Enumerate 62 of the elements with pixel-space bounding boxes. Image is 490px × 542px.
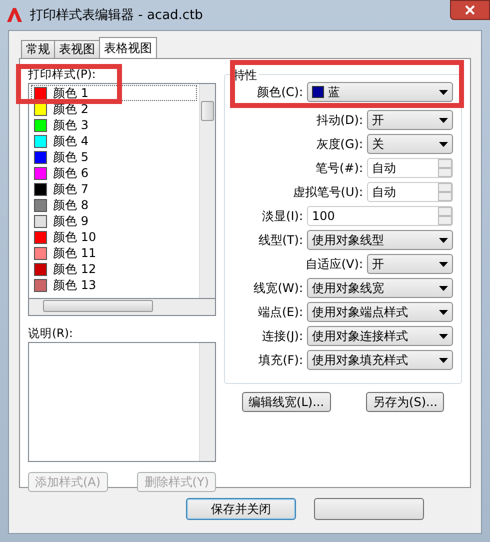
property-dropdown[interactable]: 使用对象端点样式 <box>307 302 453 322</box>
style-item[interactable]: 颜色 10 <box>31 229 197 245</box>
dialog-button[interactable]: 保存并关闭 <box>186 498 296 520</box>
tab[interactable]: 表视图 <box>54 40 100 58</box>
close-icon <box>464 5 476 15</box>
style-item[interactable]: 颜色 6 <box>31 165 197 181</box>
caret-icon <box>439 238 448 242</box>
style-item[interactable]: 颜色 5 <box>31 149 197 165</box>
property-dropdown[interactable]: 使用对象填充样式 <box>307 350 453 370</box>
vertical-scrollbar[interactable] <box>199 84 215 298</box>
property-label: 笔号(#): <box>316 160 363 176</box>
caret-icon <box>439 118 448 122</box>
tab[interactable]: 表格视图 <box>99 37 157 58</box>
property-button[interactable]: 编辑线宽(L)... <box>242 392 332 412</box>
property-dropdown[interactable]: 使用对象线宽 <box>307 278 453 298</box>
property-label: 线宽(W): <box>254 280 303 296</box>
property-dropdown[interactable]: 开 <box>367 254 453 274</box>
caret-icon <box>439 358 448 362</box>
caret-icon <box>439 142 448 146</box>
window-title: 打印样式表编辑器 - acad.ctb <box>30 7 204 24</box>
style-item[interactable]: 颜色 8 <box>31 197 197 213</box>
styles-label: 打印样式(P): <box>28 67 97 81</box>
property-button[interactable]: 另存为(S)... <box>366 392 444 412</box>
property-label: 抖动(D): <box>316 112 363 128</box>
property-dropdown[interactable]: 蓝 <box>307 82 453 102</box>
tab[interactable]: 常规 <box>21 40 55 58</box>
property-dropdown[interactable]: 关 <box>367 134 453 154</box>
horizontal-scrollbar[interactable] <box>28 299 216 316</box>
property-label: 颜色(C): <box>257 84 303 100</box>
caret-icon <box>439 90 448 94</box>
property-label: 端点(E): <box>258 304 303 320</box>
property-label: 连接(J): <box>262 328 303 344</box>
style-item[interactable]: 颜色 11 <box>31 245 197 261</box>
property-label: 填充(F): <box>258 352 303 368</box>
style-item[interactable]: 颜色 13 <box>31 277 197 293</box>
caret-icon <box>439 334 448 338</box>
style-item[interactable]: 颜色 4 <box>31 133 197 149</box>
property-label: 虚拟笔号(U): <box>292 184 363 200</box>
property-dropdown[interactable]: 使用对象连接样式 <box>307 326 453 346</box>
style-item[interactable]: 颜色 7 <box>31 181 197 197</box>
style-item[interactable]: 颜色 12 <box>31 261 197 277</box>
close-button[interactable] <box>450 0 490 20</box>
property-spinner[interactable]: 自动 <box>367 182 453 202</box>
dialog-button[interactable] <box>314 498 424 520</box>
property-spinner[interactable]: 自动 <box>367 158 453 178</box>
property-label: 线型(T): <box>258 232 303 248</box>
description-field[interactable] <box>28 342 216 462</box>
style-item[interactable]: 颜色 1 <box>31 85 197 101</box>
style-item[interactable]: 颜色 9 <box>31 213 197 229</box>
property-label: 淡显(I): <box>262 208 303 224</box>
style-item[interactable]: 颜色 2 <box>31 101 197 117</box>
property-dropdown[interactable]: 开 <box>367 110 453 130</box>
caret-icon <box>439 286 448 290</box>
caret-icon <box>439 310 448 314</box>
property-dropdown[interactable]: 使用对象线型 <box>307 230 453 250</box>
style-item[interactable]: 颜色 3 <box>31 117 197 133</box>
property-label: 灰度(G): <box>316 136 363 152</box>
property-label: 自适应(V): <box>305 256 363 272</box>
property-spinner[interactable]: 100 <box>307 206 453 226</box>
app-icon <box>6 7 24 23</box>
caret-icon <box>439 262 448 266</box>
description-label: 说明(R): <box>28 326 74 340</box>
